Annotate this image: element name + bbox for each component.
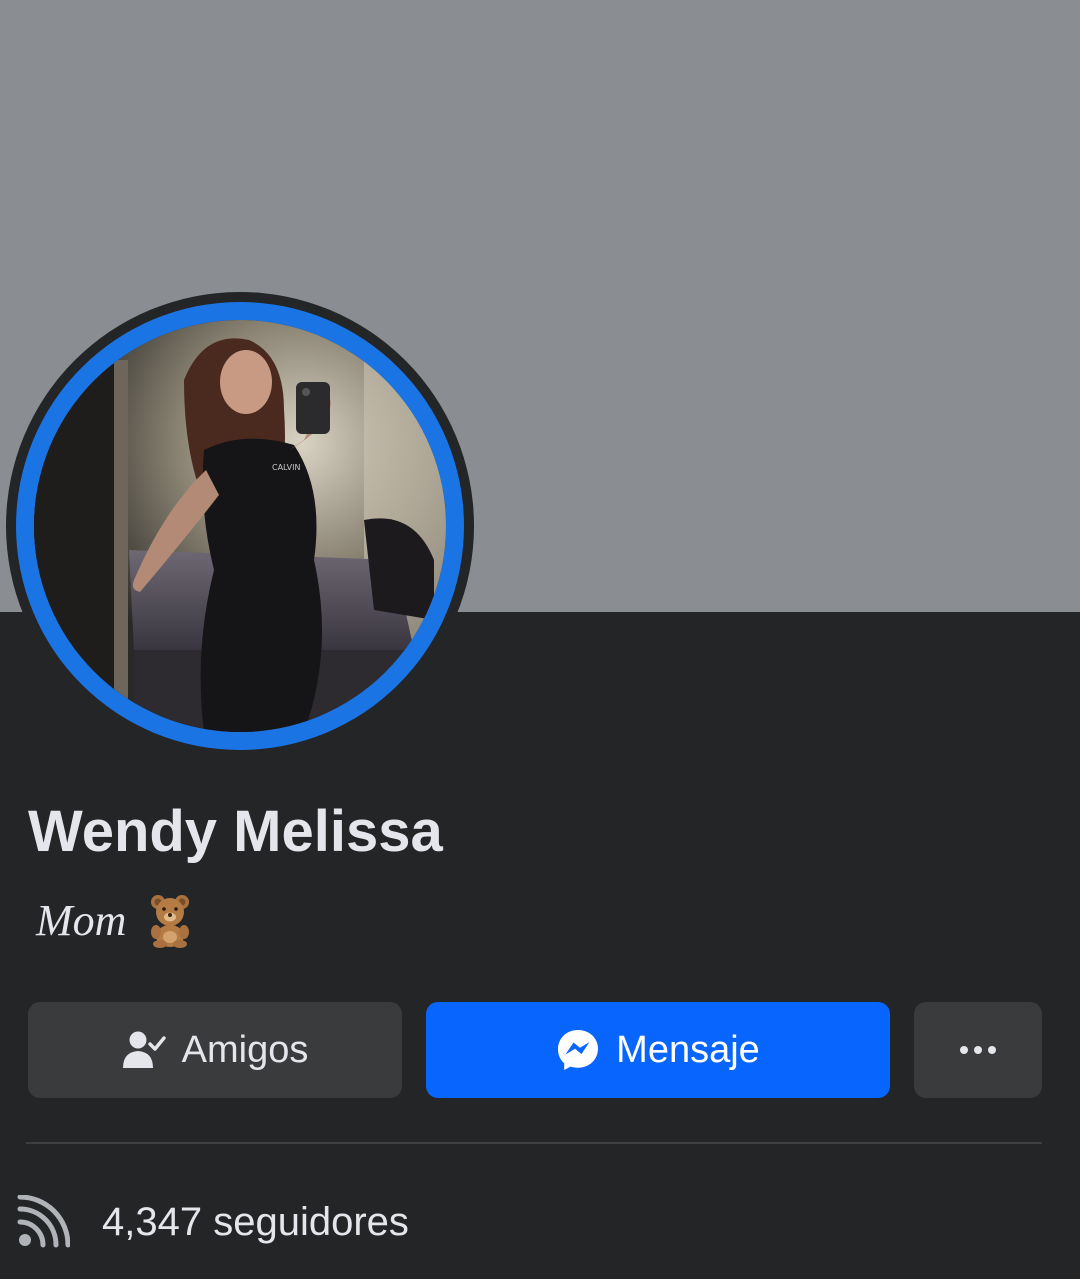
message-button-label: Mensaje <box>616 1028 760 1071</box>
profile-picture[interactable]: CALVIN <box>6 292 474 760</box>
messenger-icon <box>556 1028 600 1072</box>
svg-text:CALVIN: CALVIN <box>272 463 300 472</box>
profile-name: Wendy Melissa <box>28 799 443 864</box>
followers-label: seguidores <box>213 1199 409 1244</box>
followers-feed-icon <box>17 1195 70 1248</box>
section-divider <box>26 1142 1042 1144</box>
friends-button-label: Amigos <box>181 1028 309 1071</box>
friends-button[interactable]: Amigos <box>28 1002 402 1098</box>
more-options-button[interactable] <box>914 1002 1042 1098</box>
avatar-image: CALVIN <box>34 320 446 732</box>
friends-check-icon <box>122 1030 166 1070</box>
followers-row[interactable]: 4,347 seguidores <box>16 1190 409 1254</box>
teddy-bear-icon <box>151 895 190 948</box>
ellipsis-icon <box>960 1046 996 1054</box>
followers-count: 4,347 <box>102 1199 203 1244</box>
followers-text: 4,347 seguidores <box>102 1200 409 1245</box>
bio-text: Mom <box>36 895 127 945</box>
message-button[interactable]: Mensaje <box>426 1002 890 1098</box>
profile-bio: Mom <box>36 888 194 952</box>
